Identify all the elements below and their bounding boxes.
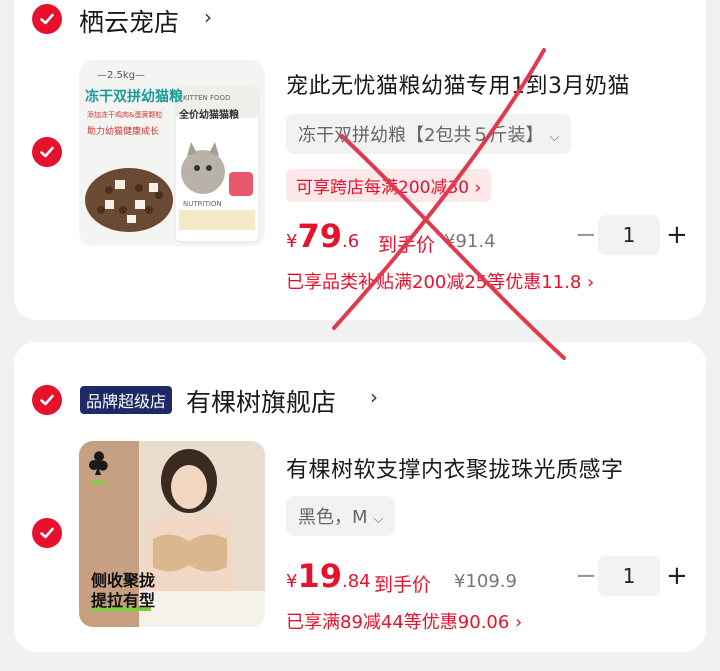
- variant-label: 黑色，M: [298, 507, 368, 528]
- store-select-check-icon[interactable]: [32, 385, 62, 415]
- store-name[interactable]: 栖云宠店: [79, 3, 179, 39]
- plus-icon[interactable]: +: [666, 561, 688, 591]
- store-card-2: 品牌超级店 有棵树旗舰店 › 侧收聚拢 提拉有型 有棵树软支撑内衣聚拢珠光质感字…: [14, 342, 706, 652]
- cross-store-promo[interactable]: 可享跨店每满200减30 ›: [286, 169, 492, 202]
- image-text-headline: 冻干双拼幼猫粮: [85, 89, 183, 105]
- item-select-check-icon[interactable]: [32, 518, 62, 548]
- price-decimal: .6: [341, 231, 360, 252]
- item-select-check-icon[interactable]: [32, 137, 62, 167]
- bag-title-text: 全价幼猫猫粮: [179, 110, 239, 121]
- chevron-down-icon: ⌵: [373, 512, 384, 527]
- minus-icon[interactable]: −: [575, 561, 597, 591]
- brand-super-store-badge: 品牌超级店: [80, 386, 173, 414]
- price-decimal: .84: [341, 571, 371, 592]
- image-text-sub2: 助力幼猫健康成长: [87, 127, 160, 137]
- final-price: ¥79.6: [286, 217, 359, 255]
- store-select-check-icon[interactable]: [32, 4, 62, 34]
- bag-sub-text: NUTRITION: [183, 200, 222, 208]
- plus-icon[interactable]: +: [666, 220, 688, 250]
- final-price: ¥19.84: [286, 557, 371, 595]
- store-card-1: 栖云宠店 › —2.5kg— 冻干双拼幼猫粮 添加冻干鸡肉&蛋黄颗粒 助力幼猫健…: [14, 0, 706, 320]
- product-image-bra[interactable]: 侧收聚拢 提拉有型: [79, 441, 265, 627]
- product-title[interactable]: 有棵树软支撑内衣聚拢珠光质感字: [286, 452, 624, 484]
- store-chevron-right-icon[interactable]: ›: [370, 385, 378, 409]
- image-text-weight: —2.5kg—: [97, 70, 146, 81]
- product-image-cat-food[interactable]: —2.5kg— 冻干双拼幼猫粮 添加冻干鸡肉&蛋黄颗粒 助力幼猫健康成长 KIT…: [79, 60, 265, 246]
- price-integer: 19: [297, 557, 342, 595]
- product-title[interactable]: 宠此无忧猫粮幼猫专用1到3月奶猫: [286, 68, 630, 100]
- quantity-input[interactable]: 1: [598, 556, 660, 596]
- discount-detail[interactable]: 已享品类补贴满200减25等优惠11.8 ›: [286, 268, 594, 294]
- minus-icon[interactable]: −: [575, 220, 597, 250]
- original-price: ¥91.4: [444, 231, 496, 252]
- price-tag: 到手价: [374, 574, 432, 596]
- price-tag: 到手价: [378, 234, 436, 256]
- image-text-line2: 提拉有型: [91, 591, 156, 610]
- variant-label: 冻干双拼幼粮【2包共５斤装】: [298, 125, 544, 146]
- original-price: ¥109.9: [454, 571, 517, 592]
- quantity-input[interactable]: 1: [598, 215, 660, 255]
- chevron-down-icon: ⌵: [549, 130, 560, 145]
- discount-detail[interactable]: 已享满89减44等优惠90.06 ›: [286, 608, 522, 634]
- store-chevron-right-icon[interactable]: ›: [204, 5, 212, 29]
- image-text-sub1: 添加冻干鸡肉&蛋黄颗粒: [87, 111, 163, 119]
- variant-selector[interactable]: 黑色，M ⌵: [286, 496, 396, 536]
- price-currency: ¥: [286, 231, 298, 252]
- price-integer: 79: [297, 217, 342, 255]
- price-currency: ¥: [286, 571, 298, 592]
- variant-selector[interactable]: 冻干双拼幼粮【2包共５斤装】 ⌵: [286, 114, 572, 154]
- bag-brand-text: KITTEN FOOD: [183, 94, 231, 102]
- store-name[interactable]: 有棵树旗舰店: [186, 383, 336, 419]
